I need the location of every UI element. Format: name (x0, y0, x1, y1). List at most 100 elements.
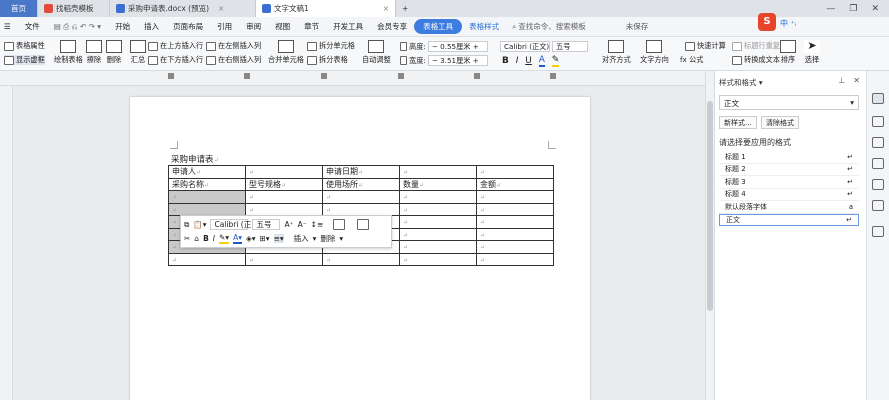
table-cell[interactable]: ↵ (399, 165, 477, 179)
style-item[interactable]: 标题 3 ↵ (719, 176, 859, 189)
text-direction-button[interactable]: 文字方向 (640, 40, 669, 65)
auto-fit-button[interactable]: 自动调整 (362, 40, 391, 65)
new-style-button[interactable]: 新样式... (719, 116, 757, 129)
table-cell[interactable]: ↵ (399, 252, 477, 266)
format-painter-icon[interactable]: ⌂ (194, 234, 199, 243)
vertical-scrollbar[interactable] (705, 71, 714, 400)
table-cell[interactable]: ↵ (476, 190, 554, 204)
italic-button[interactable]: I (516, 56, 519, 66)
menu-home[interactable]: 开始 (108, 21, 137, 32)
table-cell[interactable]: 采购名称↵ (168, 177, 246, 191)
style-item[interactable]: 标题 4 ↵ (719, 189, 859, 201)
highlight-icon[interactable]: ✎▾ (219, 233, 230, 244)
properties-icon[interactable] (872, 137, 884, 148)
tab-document-1[interactable]: 文字文稿1 × (256, 0, 396, 17)
font-color-button[interactable]: A▾ (233, 233, 242, 244)
table-cell[interactable]: ↵ (476, 227, 554, 241)
table-properties-button[interactable]: 表格属性 (4, 41, 45, 51)
menu-review[interactable]: 审阅 (239, 21, 268, 32)
menu-references[interactable]: 引用 (210, 21, 239, 32)
table-cell[interactable]: ↵ (168, 190, 246, 204)
insert-row-above-button[interactable]: 在上方插入行 (148, 41, 203, 51)
menu-member[interactable]: 会员专享 (370, 21, 414, 32)
col-width-control[interactable]: 宽度: − 3.51厘米 + (400, 55, 488, 66)
menu-page-layout[interactable]: 页面布局 (166, 21, 210, 32)
delete-table-icon[interactable] (357, 219, 370, 230)
close-panel-icon[interactable]: ✕ (853, 76, 860, 85)
menu-table-tools[interactable]: 表格工具 (414, 19, 463, 34)
grow-font-icon[interactable]: A⁺ (284, 220, 293, 229)
table-cell[interactable]: ↵ (245, 252, 323, 266)
hamburger-icon[interactable]: ☰ (0, 22, 18, 31)
bold-button[interactable]: B (203, 234, 209, 243)
close-tab-icon[interactable]: × (383, 4, 389, 13)
new-tab-button[interactable]: + (396, 0, 414, 17)
italic-button[interactable]: I (213, 234, 215, 243)
font-name-select[interactable]: Calibri (正文) (500, 41, 550, 52)
table-cell[interactable]: ↵ (399, 190, 477, 204)
menu-insert[interactable]: 插入 (137, 21, 166, 32)
column-marker[interactable] (244, 73, 250, 79)
image-icon[interactable] (872, 158, 884, 169)
menu-developer[interactable]: 开发工具 (326, 21, 370, 32)
paste-icon[interactable]: 📋▾ (193, 220, 206, 229)
table-cell[interactable]: ↵ (399, 202, 477, 216)
table-cell[interactable]: 申请日期↵ (322, 165, 400, 179)
table-cell[interactable]: ↵ (476, 215, 554, 229)
menu-file[interactable]: 文件 (18, 21, 47, 32)
table-cell[interactable]: 申请人↵ (168, 165, 246, 179)
merge-cells-button[interactable]: 合并单元格 (268, 40, 304, 65)
table-cell[interactable]: ↵ (245, 190, 323, 204)
select-button[interactable]: ➤ 选择 (804, 40, 820, 65)
restore-button[interactable]: ❐ (849, 4, 857, 14)
table-cell[interactable]: ↵ (322, 190, 400, 204)
styles-icon[interactable] (872, 93, 884, 104)
table-cell[interactable]: 数量↵ (399, 177, 477, 191)
mini-font-size[interactable]: 五号 (252, 219, 281, 230)
split-cells-button[interactable]: 拆分单元格 (307, 41, 355, 51)
search-icon[interactable]: ⌕ (512, 22, 516, 32)
convert-text-button[interactable]: 转换成文本 (732, 55, 780, 65)
insert-col-right-button[interactable]: 在右侧插入列 (206, 55, 261, 65)
align-icon[interactable]: ≡▾ (273, 234, 284, 243)
horizontal-ruler[interactable] (0, 71, 705, 86)
column-marker[interactable] (321, 73, 327, 79)
table-cell[interactable]: 使用场所↵ (322, 177, 400, 191)
table-cell[interactable]: ↵ (322, 202, 400, 216)
font-size-select[interactable]: 五号 (552, 41, 588, 52)
mini-delete-button[interactable]: 删除 (320, 233, 335, 244)
sort-button[interactable]: 排序 (780, 40, 796, 65)
close-tab-icon[interactable]: × (218, 4, 224, 13)
tab-docer-templates[interactable]: 找稻壳模板 (38, 0, 110, 17)
command-search[interactable]: 查找命令、搜索模板 (518, 21, 586, 32)
current-style-select[interactable]: 正文 ▾ (719, 95, 859, 110)
mini-insert-button[interactable]: 插入 (294, 233, 309, 244)
delete-button[interactable]: 删除 (106, 40, 122, 65)
quick-calc-button[interactable]: 快速计算 (685, 41, 726, 51)
table-cell[interactable]: ↵ (245, 165, 323, 179)
summary-button[interactable]: 汇总 (130, 40, 146, 65)
indent-marker[interactable] (168, 73, 174, 79)
style-item[interactable]: 正文 ↵ (719, 213, 859, 226)
column-marker[interactable] (474, 73, 480, 79)
table-cell[interactable]: ↵ (399, 240, 477, 254)
document-page[interactable]: 采购申请表↵ 申请人↵ ↵ 申请日期↵ ↵ ↵ 采购名称↵ 型号规格↵ 使用场所↵ 数量↵ 金额↵… (130, 97, 590, 400)
borders-icon[interactable]: ⊞▾ (260, 234, 270, 243)
cut-icon[interactable]: ✂ (184, 234, 190, 243)
show-gridlines-button[interactable]: 显示虚框 (4, 55, 45, 65)
select-cursor-icon[interactable] (872, 116, 884, 127)
insert-col-left-button[interactable]: 在左侧插入列 (206, 41, 261, 51)
insert-table-icon[interactable] (333, 219, 346, 230)
pin-icon[interactable]: ⊥ (838, 76, 845, 85)
bold-button[interactable]: B (502, 56, 509, 66)
line-spacing-icon[interactable]: ↕≡ (311, 220, 324, 229)
formula-button[interactable]: fx 公式 (680, 55, 703, 65)
location-icon[interactable] (872, 179, 884, 190)
shading-icon[interactable]: ◈▾ (246, 234, 256, 243)
row-height-control[interactable]: 高度: − 0.55厘米 + (400, 41, 488, 52)
tab-home[interactable]: 首页 (0, 0, 38, 17)
table-cell[interactable]: ↵ (476, 202, 554, 216)
vertical-ruler[interactable] (0, 86, 13, 400)
table-cell[interactable]: 金额↵ (476, 177, 554, 191)
tab-purchase-preview[interactable]: 采购申请表.docx (预览) × (110, 0, 256, 17)
